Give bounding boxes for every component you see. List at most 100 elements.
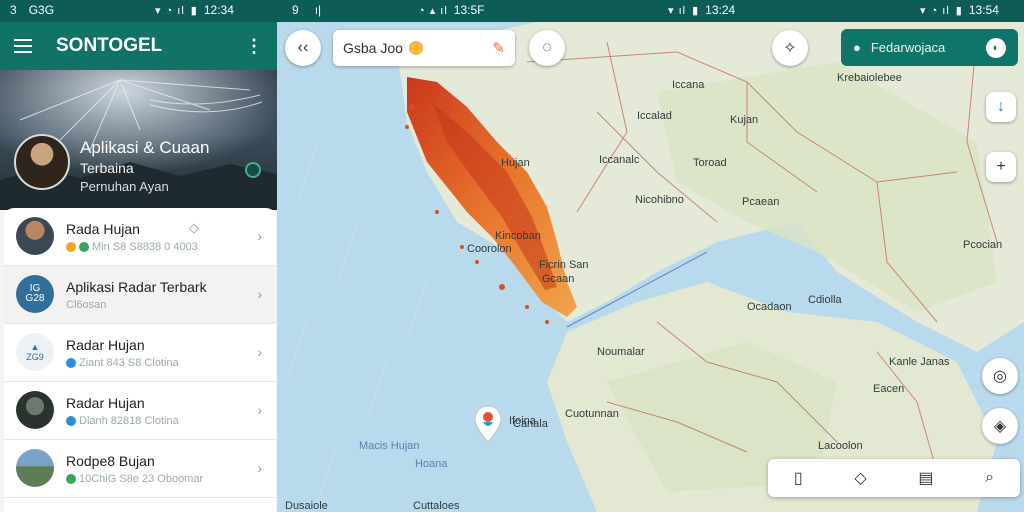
map-label: Krebaiolebee (837, 72, 902, 84)
gps-icon[interactable]: ◈ (982, 408, 1018, 444)
avatar (16, 217, 54, 255)
avatar (16, 391, 54, 429)
map-label: Kujan (730, 114, 759, 126)
radar-toggle-label: Fedarwojaca (870, 40, 946, 55)
avatar (16, 449, 54, 487)
status-icons-2: 9 ı| (292, 3, 321, 17)
list-item-subtitle: 10ChiG S8e 23 Oboomar (66, 473, 203, 485)
profile-name: Aplikasi & Cuaan (80, 138, 210, 157)
document-icon[interactable]: ▤ (918, 468, 933, 488)
chevron-right-icon: › (257, 286, 262, 302)
status-icons-3: ◔ ▴ ıl 13:5F (418, 3, 484, 17)
list-item[interactable]: Rada Hujan ◇ Min S8 S8838 0 4003 › (4, 208, 276, 266)
status-text: ı| (314, 3, 322, 17)
map-label: Cuttaloes (413, 500, 460, 512)
tag-icon[interactable]: ◇ (189, 220, 199, 236)
map-label: Kanle Janas (889, 356, 950, 368)
status-text: 9 (292, 3, 299, 17)
list-item-subtitle: Dlanh 82818 Clotina (66, 415, 179, 427)
list-item[interactable]: IG G28 Aplikasi Radar Terbark Cl6osan › (4, 266, 276, 324)
status-clock: G3G (28, 3, 55, 17)
list-item-subtitle: Min S8 S8838 0 4003 (66, 241, 198, 253)
map-label: Ocadaon (747, 301, 792, 313)
status-dot-icon (66, 242, 76, 252)
download-icon[interactable]: ↓ (986, 92, 1016, 122)
map-label: Noumalar (597, 346, 645, 358)
list-item[interactable]: Rodpe8 Bujan 10ChiG S8e 23 Oboomar › (4, 440, 276, 498)
app-title: SONTOGEL (56, 35, 163, 56)
badge-icon: IG G28 (16, 275, 54, 313)
list-item[interactable]: ▲ ZG9 Radar Hujan Ziant 843 S8 Clotina › (4, 324, 276, 382)
battery-icon: ▮ (692, 4, 700, 17)
signal-icon: ▾ ◔ ıl (920, 4, 950, 17)
status-left: 3 G3G (10, 3, 54, 17)
bookmark-icon[interactable]: ▯ (794, 468, 803, 488)
plus-icon[interactable]: + (986, 152, 1016, 182)
badge-icon: ▲ ZG9 (16, 333, 54, 371)
status-icons-5: ▾ ◔ ıl ▮ 13:54 (920, 3, 999, 17)
signal-icon: ▾ ıl (668, 4, 687, 17)
status-dot-icon (66, 358, 76, 368)
map-label: Canala (513, 418, 548, 430)
status-dot-icon (66, 474, 76, 484)
overflow-icon[interactable]: ⋮ (245, 36, 263, 57)
map-label: Pcocian (963, 239, 1003, 251)
status-clock: 12:34 (203, 3, 234, 17)
list-item-subtitle: Cl6osan (66, 299, 107, 311)
chat-icon[interactable]: ◇ (854, 468, 866, 488)
map-pin-icon[interactable] (472, 404, 504, 444)
map-label: Ficrin San (539, 259, 589, 271)
chevron-right-icon: › (257, 460, 262, 476)
back-icon[interactable]: ‹‹ (285, 30, 321, 66)
map-label: Dusaiole (285, 500, 328, 512)
status-bar: 3 G3G ▾ ◔ ıl ▮ 12:34 9 ı| ◔ ▴ ıl 13:5F ▾… (0, 0, 1024, 22)
battery-icon: ▮ (955, 4, 963, 17)
chevron-right-icon: › (257, 344, 262, 360)
list-item-title: Radar Hujan (66, 395, 145, 411)
map-label: Hujan (501, 157, 530, 169)
signal-icon: ◔ ▴ ıl (418, 4, 448, 17)
map-label: Gcaan (542, 273, 575, 285)
list-item-title: Aplikasi Radar Terbark (66, 279, 207, 295)
map-label: Macis Hujan (359, 440, 420, 452)
radar-toggle-button[interactable]: ● Fedarwojaca ◐ (841, 29, 1018, 66)
layers-icon[interactable]: ✧ (772, 30, 808, 66)
status-clock: 13:54 (968, 3, 999, 17)
status-clock: 13:24 (705, 3, 736, 17)
search-text: Gsba Joo (343, 40, 403, 56)
profile-subtitle: Terbaina (80, 160, 134, 176)
map-label: Iccanalc (599, 154, 640, 166)
map-label: Pcaean (742, 196, 780, 208)
map-label: Lacoolon (818, 440, 863, 452)
profile-caption: Pernuhan Ayan (80, 179, 169, 194)
status-dot-icon (66, 416, 76, 426)
leaf-icon: ◐ (986, 37, 1006, 58)
sun-icon (408, 41, 423, 55)
list-item-title: Rodpe8 Bujan (66, 453, 155, 469)
radar-map[interactable]: Iccana Iccalad Kujan Krebaiolebee Iccana… (277, 22, 1024, 512)
navigation-drawer: SONTOGEL ⋮ Aplikasi & Cuaan Terbaina Per… (0, 22, 277, 512)
map-label: Nicohibno (635, 194, 684, 206)
list-item-title: Rada Hujan (66, 221, 140, 237)
compass-icon[interactable]: ◎ (982, 358, 1018, 394)
drawer-header: Aplikasi & Cuaan Terbaina Pernuhan Ayan (0, 70, 277, 210)
search-input[interactable]: Gsba Joo ✎ (333, 30, 515, 66)
chevron-right-icon: › (257, 228, 262, 244)
hamburger-icon[interactable] (14, 39, 32, 53)
avatar[interactable] (14, 134, 70, 190)
chat-icon: ● (853, 40, 861, 55)
search-icon[interactable]: ⌕ (985, 469, 994, 487)
bottom-toolbar: ▯ ◇ ▤ ⌕ (768, 459, 1020, 497)
list-item[interactable]: Radar Hujan Dlanh 82818 Clotina › (4, 382, 276, 440)
leaf-icon[interactable] (245, 162, 261, 178)
status-icons-1: ▾ ◔ ıl ▮ 12:34 (155, 3, 234, 17)
location-icon[interactable]: ◌ (529, 30, 565, 66)
drawer-list: Rada Hujan ◇ Min S8 S8838 0 4003 › IG G2… (4, 208, 276, 512)
app-bar: SONTOGEL ⋮ (0, 22, 277, 70)
flame-icon: ✎ (492, 40, 505, 57)
list-item-title: Radar Hujan (66, 337, 145, 353)
status-dot-icon (79, 242, 89, 252)
map-label: Coorolon (467, 243, 512, 255)
map-canvas (277, 22, 1024, 512)
status-clock: 13:5F (453, 3, 485, 17)
